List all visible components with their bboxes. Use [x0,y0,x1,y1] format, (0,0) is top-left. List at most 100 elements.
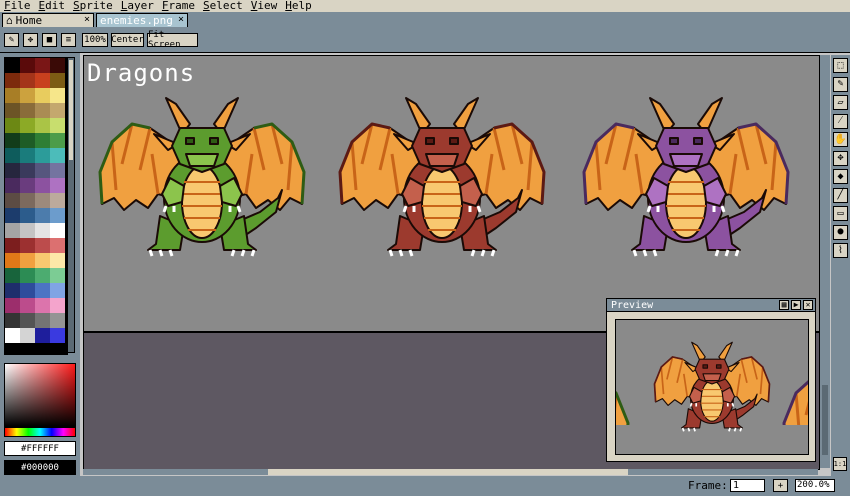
palette-swatch[interactable] [35,103,50,118]
palette-swatch[interactable] [20,253,35,268]
horizontal-scrollbar[interactable] [83,469,818,475]
horizontal-scroll-thumb[interactable] [268,469,628,475]
palette-swatch[interactable] [50,133,65,148]
palette-swatch[interactable] [5,268,20,283]
close-icon[interactable]: × [84,14,90,25]
palette-swatch[interactable] [50,328,65,343]
palette-swatch[interactable] [50,163,65,178]
move-mode-button[interactable]: ✥ [23,33,38,47]
zoom-level-field[interactable]: 200.0% [795,479,835,492]
zoom-100-button[interactable]: 100% [82,33,108,47]
zoom-1to1-button[interactable]: 1:1 [833,457,847,471]
palette-swatch[interactable] [20,223,35,238]
palette-swatch[interactable] [35,118,50,133]
palette-swatch[interactable] [35,73,50,88]
palette-swatch[interactable] [50,298,65,313]
palette-swatch[interactable] [5,313,20,328]
menu-select[interactable]: Select [199,0,247,12]
palette-swatch[interactable] [20,238,35,253]
fit-screen-button[interactable]: Fit Screen [147,30,198,50]
palette-swatch[interactable] [35,253,50,268]
palette-swatch[interactable] [35,298,50,313]
palette-swatch[interactable] [50,88,65,103]
palette-swatch[interactable] [35,193,50,208]
palette-swatch[interactable] [20,58,35,73]
palette-swatch[interactable] [5,178,20,193]
palette-swatch[interactable] [5,58,20,73]
menu-file[interactable]: File [0,0,35,12]
hue-slider[interactable] [4,427,76,437]
marquee-tool-button[interactable]: ⬚ [833,58,848,73]
palette-swatch[interactable] [35,88,50,103]
palette-swatch[interactable] [50,73,65,88]
palette-swatch[interactable] [35,208,50,223]
palette-swatch[interactable] [35,283,50,298]
menu-edit[interactable]: Edit [35,0,70,12]
preview-grid-button[interactable]: ▦ [779,300,789,310]
palette-swatch[interactable] [5,73,20,88]
palette-swatch[interactable] [20,208,35,223]
sprite-sheet[interactable]: Dragons [84,56,819,333]
preview-viewport[interactable] [615,319,809,455]
palette-swatch[interactable] [50,313,65,328]
palette-swatch[interactable] [35,163,50,178]
palette-swatch[interactable] [50,238,65,253]
palette-swatch[interactable] [5,253,20,268]
palette-swatch[interactable] [5,283,20,298]
palette-swatch[interactable] [50,253,65,268]
palette-scrollbar[interactable] [67,57,75,353]
palette-swatch[interactable] [5,208,20,223]
palette-swatch[interactable] [5,223,20,238]
ellipse-tool-button[interactable]: ● [833,224,848,240]
palette-swatch[interactable] [50,178,65,193]
palette-swatch[interactable] [20,118,35,133]
rectangle-tool-button[interactable]: ▭ [833,206,848,221]
palette-swatch[interactable] [35,238,50,253]
palette-swatch[interactable] [35,268,50,283]
palette-swatch[interactable] [5,328,20,343]
palette-swatch[interactable] [50,208,65,223]
palette-swatch[interactable] [35,178,50,193]
palette-swatch[interactable] [50,193,65,208]
palette-swatch[interactable] [20,88,35,103]
palette-swatch[interactable] [20,73,35,88]
brush-mode-button[interactable]: ✎ [4,33,19,47]
center-button[interactable]: Center [111,33,144,47]
palette-swatch[interactable] [50,268,65,283]
palette-swatch[interactable] [20,148,35,163]
palette-swatch[interactable] [5,163,20,178]
color-palette[interactable] [4,57,68,355]
palette-swatch[interactable] [20,193,35,208]
add-frame-button[interactable]: + [773,479,788,492]
stop-button[interactable]: ■ [42,33,57,47]
palette-swatch[interactable] [20,298,35,313]
palette-swatch[interactable] [35,133,50,148]
tab-home[interactable]: ⌂ Home × [2,13,94,27]
frame-input[interactable]: 1 [730,479,765,492]
eyedropper-tool-button[interactable]: ⁄ [833,113,848,129]
palette-swatch[interactable] [35,223,50,238]
palette-swatch[interactable] [20,283,35,298]
palette-swatch[interactable] [35,148,50,163]
palette-swatch[interactable] [50,58,65,73]
palette-swatch[interactable] [20,178,35,193]
palette-swatch[interactable] [50,223,65,238]
pencil-tool-button[interactable]: ✎ [833,76,848,92]
vertical-scroll-thumb[interactable] [822,385,828,455]
menu-sprite[interactable]: Sprite [69,0,117,12]
palette-swatch[interactable] [5,118,20,133]
foreground-color-button[interactable]: #FFFFFF [4,441,76,456]
preview-close-button[interactable]: ✕ [803,300,813,310]
palette-swatch[interactable] [35,328,50,343]
brush-tool-button[interactable]: ⌇ [833,243,848,258]
palette-swatch[interactable] [50,148,65,163]
palette-swatch[interactable] [5,193,20,208]
palette-swatch[interactable] [5,88,20,103]
palette-swatch[interactable] [50,103,65,118]
palette-swatch[interactable] [20,328,35,343]
palette-swatch[interactable] [20,133,35,148]
menu-layer[interactable]: Layer [117,0,158,12]
preview-play-button[interactable]: ▶ [791,300,801,310]
line-tool-button[interactable]: ╱ [833,187,848,203]
palette-swatch[interactable] [20,268,35,283]
